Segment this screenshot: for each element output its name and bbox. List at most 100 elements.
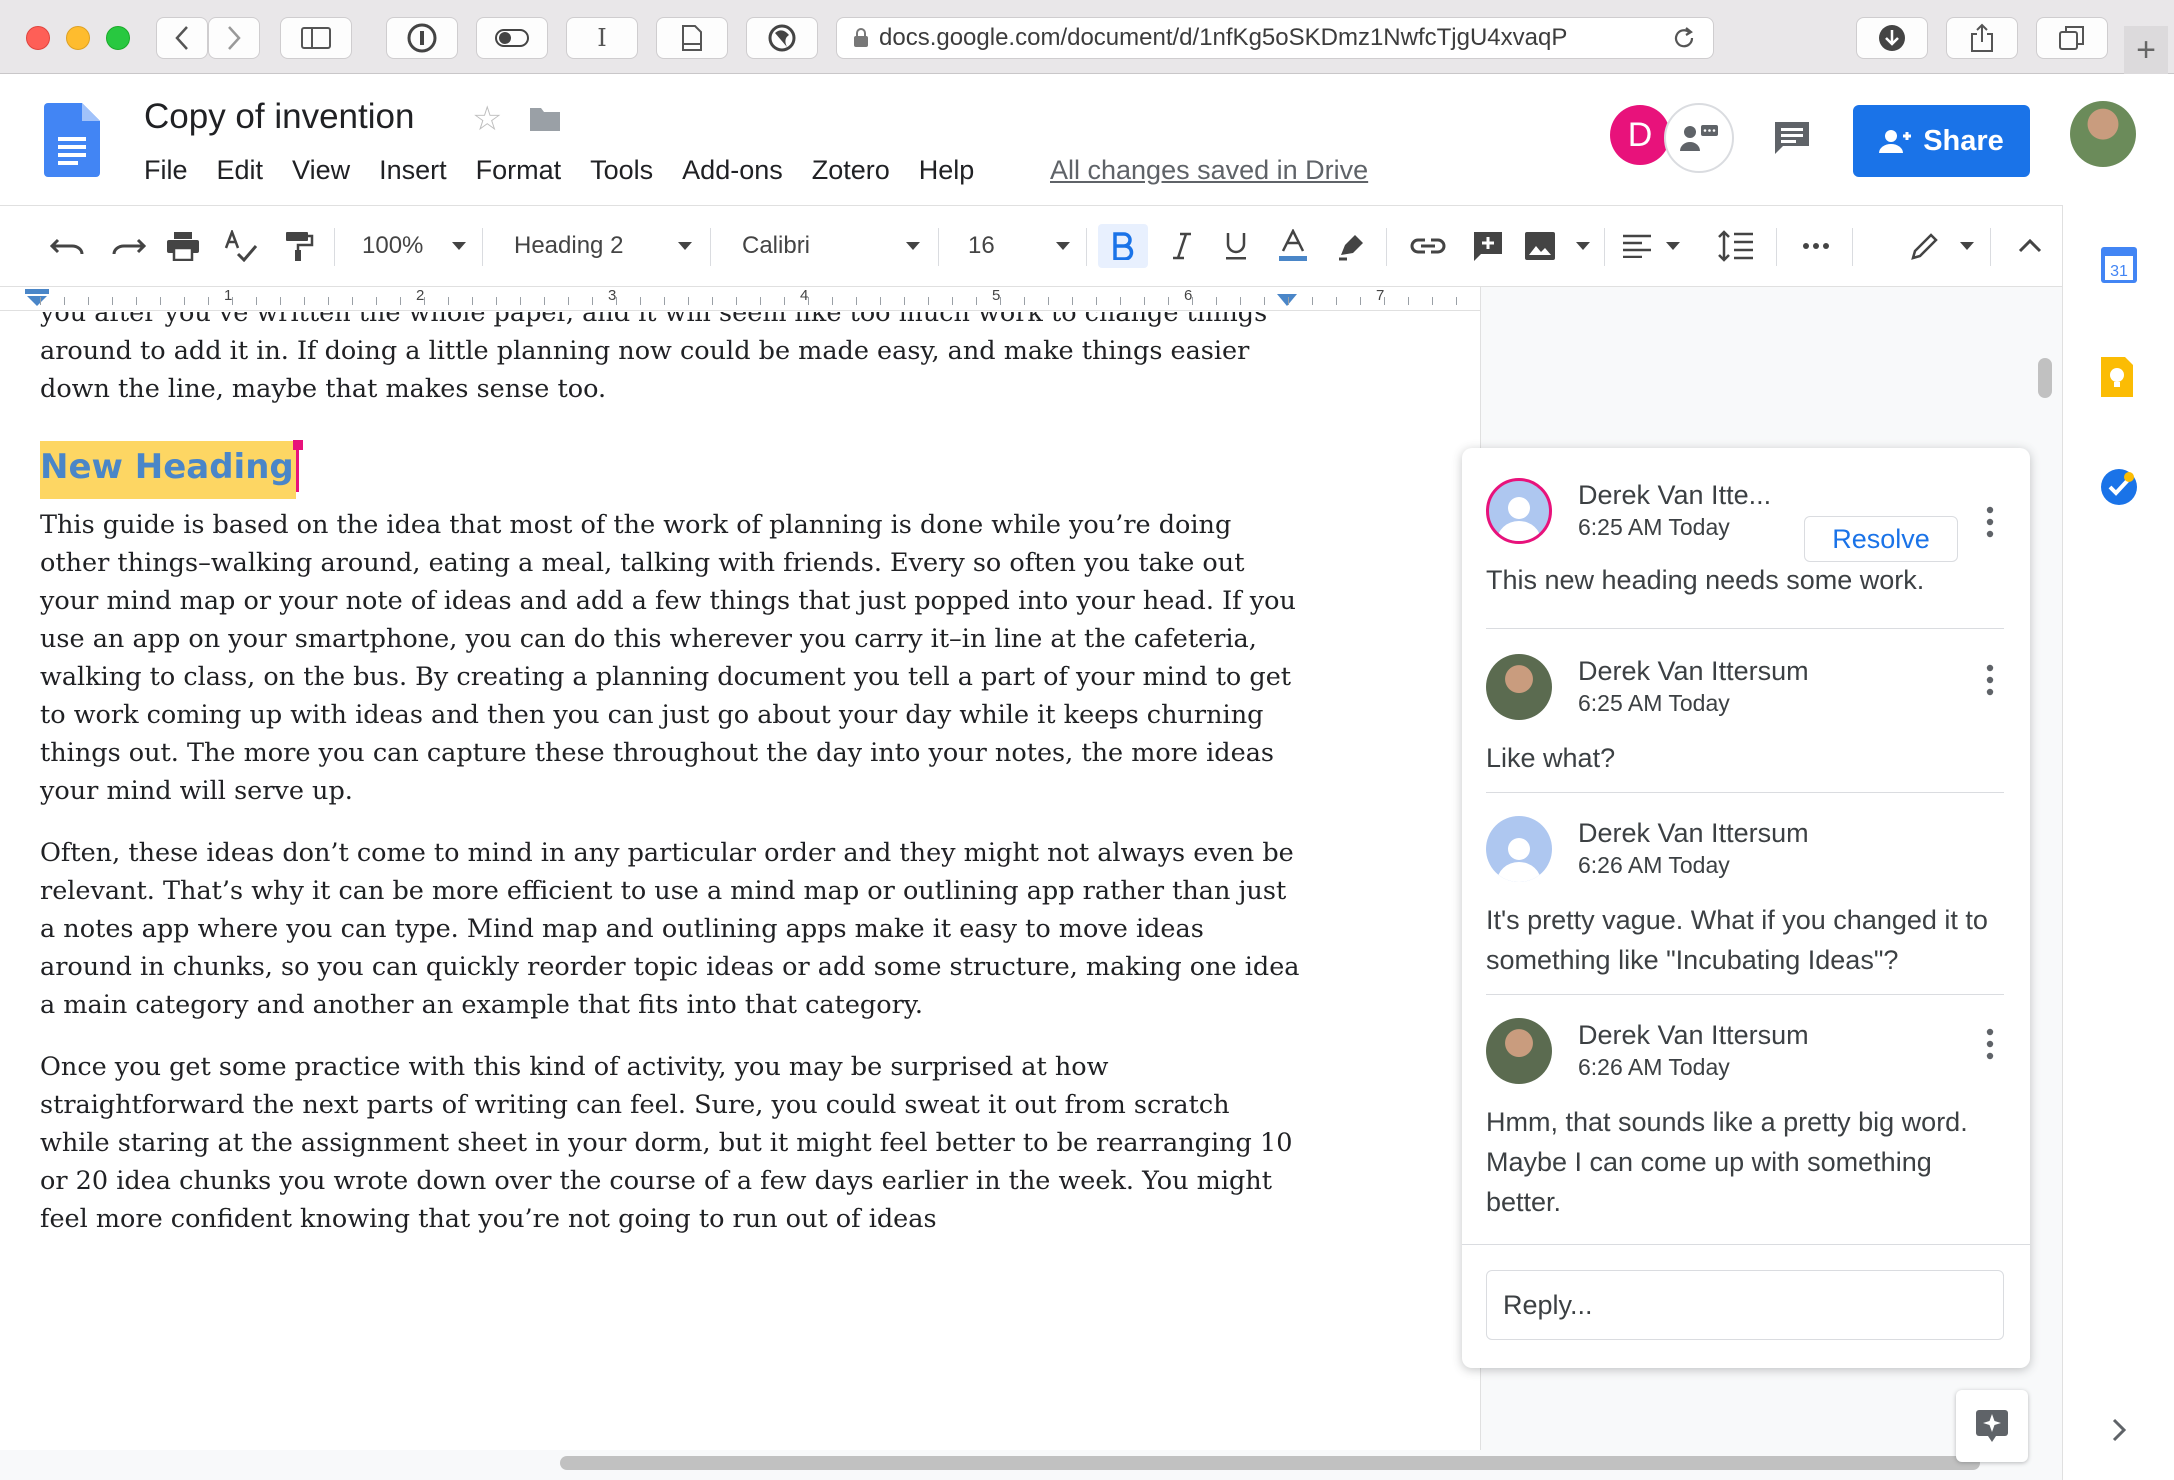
keep-icon[interactable] xyxy=(2099,355,2135,399)
menu-add-ons[interactable]: Add-ons xyxy=(682,155,783,186)
more-vertical-icon[interactable] xyxy=(1986,664,1994,696)
comment-history-icon[interactable] xyxy=(1772,119,1812,157)
paragraph[interactable]: you after you’ve written the whole paper… xyxy=(40,312,1300,408)
more-vertical-icon[interactable] xyxy=(1986,1028,1994,1060)
comment-thread[interactable]: Derek Van Itte... 6:25 AM Today Resolve … xyxy=(1462,448,2030,1368)
more-vertical-icon[interactable] xyxy=(1986,506,1994,538)
ruler-tick xyxy=(256,297,257,305)
bold-button[interactable] xyxy=(1098,224,1148,268)
resolve-button[interactable]: Resolve xyxy=(1804,516,1958,562)
highlight-color-button[interactable] xyxy=(1330,224,1374,268)
document-title[interactable]: Copy of invention xyxy=(144,97,414,137)
menu-file[interactable]: File xyxy=(144,155,188,186)
more-options-button[interactable] xyxy=(1796,224,1836,268)
account-avatar[interactable] xyxy=(2070,101,2136,167)
toggle-extension-button[interactable] xyxy=(476,17,548,59)
insert-image-button[interactable] xyxy=(1524,224,1590,268)
calendar-icon[interactable]: 31 xyxy=(2099,245,2139,285)
insert-link-button[interactable] xyxy=(1406,224,1450,268)
paragraph[interactable]: Once you get some practice with this kin… xyxy=(40,1048,1300,1238)
folder-icon[interactable] xyxy=(528,105,562,133)
ruler-tick xyxy=(112,297,113,305)
add-comment-button[interactable] xyxy=(1466,224,1510,268)
globe-icon xyxy=(768,24,796,52)
explore-button[interactable] xyxy=(1956,1390,2028,1462)
download-icon xyxy=(1879,25,1905,51)
redo-button[interactable] xyxy=(110,224,146,268)
reload-icon[interactable] xyxy=(1671,25,1697,51)
document-page[interactable]: you after you’ve written the whole paper… xyxy=(40,312,1300,1262)
toolbar-separator xyxy=(1776,228,1777,266)
ruler-tick xyxy=(1216,297,1217,305)
toolbar-separator xyxy=(1386,228,1387,266)
font-select[interactable]: Calibri xyxy=(742,224,920,268)
menu-tools[interactable]: Tools xyxy=(590,155,653,186)
font-size-select[interactable]: 16 xyxy=(968,224,1070,268)
menu-insert[interactable]: Insert xyxy=(379,155,447,186)
reply-input[interactable]: Reply... xyxy=(1486,1270,2004,1340)
right-indent-marker-icon[interactable] xyxy=(1276,293,1298,307)
share-button[interactable]: Share xyxy=(1853,105,2030,177)
heading-text[interactable]: New Heading xyxy=(40,440,296,499)
toggle-icon xyxy=(495,29,529,47)
undo-button[interactable] xyxy=(50,224,86,268)
align-button[interactable] xyxy=(1622,224,1680,268)
italic-button[interactable] xyxy=(1160,224,1204,268)
zoom-window-button[interactable] xyxy=(106,26,130,50)
text-color-button[interactable] xyxy=(1270,224,1316,268)
docs-logo-icon[interactable] xyxy=(44,103,100,177)
horizontal-scrollbar[interactable] xyxy=(560,1456,1980,1470)
zotero-connector-button[interactable] xyxy=(746,17,818,59)
zoom-select[interactable]: 100% xyxy=(362,224,466,268)
selected-heading[interactable]: New Heading xyxy=(40,440,303,499)
address-bar[interactable]: docs.google.com/document/d/1nfKg5oSKDmz1… xyxy=(836,17,1714,59)
collaborator-avatar[interactable]: D xyxy=(1610,105,1670,165)
vertical-scrollbar[interactable] xyxy=(2038,358,2052,398)
forward-button[interactable] xyxy=(208,17,260,59)
zoom-value: 100% xyxy=(362,232,424,259)
ruler[interactable]: 1 2 3 4 5 6 7 xyxy=(0,287,1481,311)
save-status[interactable]: All changes saved in Drive xyxy=(1050,155,1368,186)
menu-view[interactable]: View xyxy=(292,155,350,186)
star-icon[interactable]: ☆ xyxy=(472,99,502,139)
line-spacing-button[interactable] xyxy=(1714,224,1758,268)
share-sheet-button[interactable] xyxy=(1946,17,2018,59)
text-cursor-extension-button[interactable]: I xyxy=(566,17,638,59)
ruler-tick xyxy=(1240,297,1241,305)
present-to-meeting-button[interactable] xyxy=(1664,103,1734,173)
downloads-button[interactable] xyxy=(1856,17,1928,59)
reader-extension-button[interactable] xyxy=(656,17,728,59)
print-button[interactable] xyxy=(166,224,200,268)
hide-menus-button[interactable] xyxy=(2010,224,2050,268)
left-indent-marker-icon[interactable] xyxy=(24,289,50,307)
sidebar-toggle-button[interactable] xyxy=(280,17,352,59)
tab-overview-button[interactable] xyxy=(2036,17,2108,59)
underline-button[interactable] xyxy=(1214,224,1258,268)
ruler-tick xyxy=(760,297,761,305)
paint-format-button[interactable] xyxy=(284,224,314,268)
paragraph-style-select[interactable]: Heading 2 xyxy=(514,224,692,268)
ruler-tick xyxy=(784,297,785,305)
minimize-window-button[interactable] xyxy=(66,26,90,50)
person-chat-icon xyxy=(1680,125,1718,151)
tasks-icon[interactable] xyxy=(2099,467,2139,507)
new-tab-button[interactable]: + xyxy=(2124,26,2168,74)
paragraph[interactable]: This guide is based on the idea that mos… xyxy=(40,506,1300,810)
menu-format[interactable]: Format xyxy=(476,155,562,186)
tabs-icon xyxy=(2059,26,2084,50)
collaborator-cursor xyxy=(292,440,303,492)
menu-zotero[interactable]: Zotero xyxy=(812,155,890,186)
chevron-right-icon[interactable] xyxy=(2111,1417,2127,1443)
close-window-button[interactable] xyxy=(26,26,50,50)
menu-help[interactable]: Help xyxy=(919,155,975,186)
editing-mode-button[interactable] xyxy=(1910,224,1974,268)
spellcheck-button[interactable] xyxy=(224,224,258,268)
document-canvas[interactable]: you after you’ve written the whole paper… xyxy=(0,312,1480,1438)
password-extension-button[interactable] xyxy=(386,17,458,59)
ruler-tick xyxy=(928,297,929,305)
comment-divider xyxy=(1486,994,2004,995)
paragraph[interactable]: Often, these ideas don’t come to mind in… xyxy=(40,834,1300,1024)
back-button[interactable] xyxy=(156,17,208,59)
comment-item: Derek Van Ittersum 6:26 AM Today Hmm, th… xyxy=(1486,1018,2004,1218)
menu-edit[interactable]: Edit xyxy=(217,155,264,186)
